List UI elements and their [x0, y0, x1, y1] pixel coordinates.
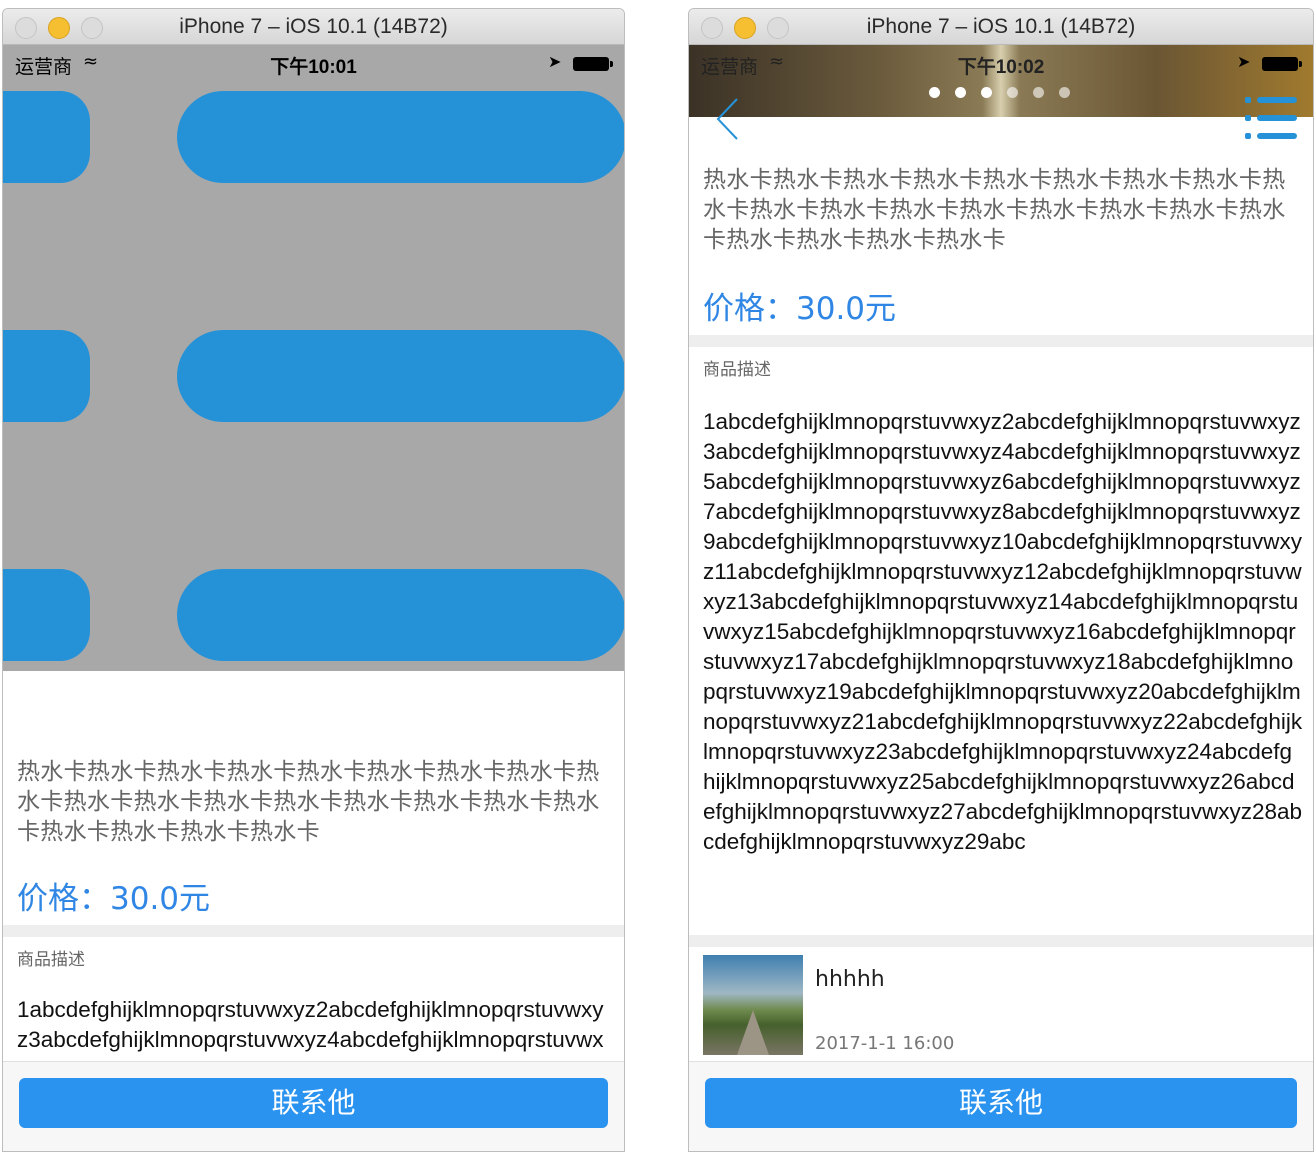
list-icon-line	[177, 569, 624, 661]
location-arrow-icon: ➤	[548, 52, 562, 71]
seller-avatar	[703, 955, 803, 1055]
page-indicator-dot[interactable]	[1007, 87, 1018, 98]
product-title: 热水卡热水卡热水卡热水卡热水卡热水卡热水卡热水卡热水卡热水卡热水卡热水卡热水卡热…	[17, 759, 600, 845]
road-graphic	[737, 1010, 769, 1055]
product-title: 热水卡热水卡热水卡热水卡热水卡热水卡热水卡热水卡热水卡热水卡热水卡热水卡热水卡热…	[703, 167, 1286, 253]
description-label: 商品描述	[703, 360, 771, 380]
simulator-window-left: iPhone 7 – iOS 10.1 (14B72) 运营商 ≈ 下午10:0…	[2, 8, 625, 1152]
list-icon-line	[177, 91, 624, 183]
page-indicator-dot[interactable]	[1059, 87, 1070, 98]
section-divider	[689, 935, 1313, 947]
description-label: 商品描述	[17, 950, 85, 970]
page-indicator-dot[interactable]	[1033, 87, 1044, 98]
battery-icon	[573, 57, 613, 71]
page-indicator-dot[interactable]	[955, 87, 966, 98]
window-titlebar: iPhone 7 – iOS 10.1 (14B72)	[689, 9, 1313, 45]
contact-seller-button[interactable]: 联系他	[19, 1078, 608, 1128]
bottom-bar: 联系他	[689, 1061, 1313, 1151]
status-bar: 运营商 ≈ 下午10:02 ➤	[689, 45, 1313, 81]
list-icon-bullet	[3, 330, 90, 422]
location-arrow-icon: ➤	[1237, 52, 1251, 71]
battery-icon	[1262, 57, 1302, 71]
contact-seller-button[interactable]: 联系他	[705, 1078, 1297, 1128]
status-time: 下午10:01	[270, 57, 357, 78]
status-time: 下午10:02	[957, 57, 1045, 78]
list-icon-line	[177, 330, 624, 422]
phone-screen: 运营商 ≈ 下午10:01 ➤ 热水卡热水卡热水卡热水卡热水卡热水卡热水卡热水卡…	[3, 45, 624, 1151]
product-description: 1abcdefghijklmnopqrstuvwxyz2abcdefghijkl…	[703, 409, 1303, 854]
simulator-window-right: iPhone 7 – iOS 10.1 (14B72) 运营商 ≈ 下午10:0…	[688, 8, 1314, 1152]
page-indicator-dot[interactable]	[929, 87, 940, 98]
list-icon-bullet	[3, 569, 90, 661]
image-carousel[interactable]	[3, 45, 624, 671]
phone-screen: 运营商 ≈ 下午10:02 ➤ 热水卡热水卡热水卡热水卡热水卡热水卡热水卡热水卡…	[689, 45, 1313, 1151]
seller-name: hhhhh	[815, 967, 885, 992]
product-price: 价格：30.0元	[703, 291, 897, 327]
window-titlebar: iPhone 7 – iOS 10.1 (14B72)	[3, 9, 624, 45]
product-price: 价格：30.0元	[17, 881, 211, 917]
list-icon-bullet	[3, 91, 90, 183]
window-title: iPhone 7 – iOS 10.1 (14B72)	[866, 15, 1136, 38]
section-divider	[689, 335, 1313, 347]
back-chevron-icon[interactable]	[715, 97, 741, 141]
section-divider	[3, 925, 624, 937]
product-description: 1abcdefghijklmnopqrstuvwxyz2abcdefghijkl…	[17, 997, 604, 1067]
post-date: 2017-1-1 16:00	[815, 1033, 955, 1054]
menu-list-icon[interactable]	[1243, 95, 1299, 143]
bottom-bar: 联系他	[3, 1061, 624, 1151]
status-bar: 运营商 ≈ 下午10:01 ➤	[3, 45, 624, 81]
page-indicator-dot-active[interactable]	[981, 87, 992, 98]
window-title: iPhone 7 – iOS 10.1 (14B72)	[179, 15, 448, 38]
